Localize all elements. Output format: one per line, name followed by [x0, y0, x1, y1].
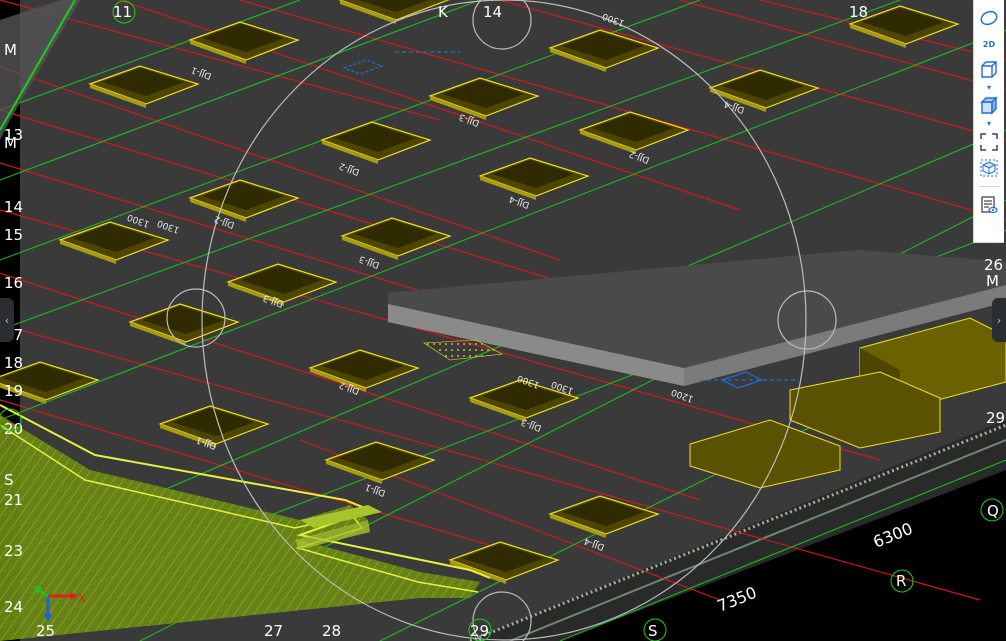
- view-2d-button[interactable]: 2D: [977, 32, 1001, 56]
- axis-label-right-4: Q: [987, 502, 999, 520]
- right-panel-toggle[interactable]: ›: [992, 298, 1006, 342]
- document-eye-icon: [981, 196, 998, 214]
- dimension-7350: 7350: [714, 583, 759, 616]
- axis-label-left-4: 14: [4, 198, 23, 216]
- axis-label-left-13: 23: [4, 542, 23, 560]
- properties-view-button[interactable]: [977, 193, 1001, 217]
- view-3d-solid-button[interactable]: [977, 94, 1001, 118]
- axis-label-left-14: 24: [4, 598, 23, 616]
- axis-label-left-3: M: [4, 134, 17, 152]
- view-3d-wireframe-button[interactable]: [977, 58, 1001, 82]
- axis-label-bottom-1: 25: [36, 622, 55, 640]
- axis-triad: X: [28, 582, 88, 622]
- cube-solid-icon: [980, 96, 998, 115]
- axis-label-bottom-4: 29: [470, 622, 489, 640]
- axis-label-left-5: 15: [4, 226, 23, 244]
- 3d-scene[interactable]: 11 K 14 18 M 13 M 14 15 16 17 18 19 20 S…: [0, 0, 1006, 641]
- dimension-6300: 6300: [870, 519, 915, 552]
- axis-label-left-8: 18: [4, 354, 23, 372]
- cube-outline-icon: [981, 61, 997, 78]
- axis-label-left-12: 21: [4, 491, 23, 509]
- left-panel-toggle[interactable]: ‹: [0, 298, 14, 342]
- axis-label-right-5: R: [896, 572, 906, 590]
- x-axis-label: X: [78, 592, 86, 605]
- axis-label-right-3: 29: [986, 409, 1005, 427]
- shading-dropdown-caret[interactable]: ▾: [987, 120, 991, 128]
- axis-label-left-6: 16: [4, 274, 23, 292]
- fit-view-button[interactable]: [977, 130, 1001, 154]
- axis-label-bottom-3: 28: [322, 622, 341, 640]
- axis-label-top-3: 14: [483, 3, 502, 21]
- view-2d-label: 2D: [982, 39, 996, 49]
- axis-label-bottom-2: 27: [264, 622, 283, 640]
- axis-label-bottom-5: S: [648, 622, 658, 640]
- view-mode-dropdown-caret[interactable]: ▾: [987, 84, 991, 92]
- axis-label-left-9: 19: [4, 382, 23, 400]
- orbit-icon: [980, 10, 998, 26]
- axis-label-left-1: M: [4, 41, 17, 59]
- section-box-icon: [980, 159, 998, 177]
- axis-label-right-2: M: [986, 272, 999, 290]
- orbit-view-button[interactable]: [977, 6, 1001, 30]
- axis-label-top-1: 11: [113, 3, 132, 21]
- axis-label-top-2: K: [438, 3, 449, 21]
- toolbar-separator: [978, 186, 1000, 187]
- view-toolbar: 2D ▾ ▾: [973, 0, 1004, 243]
- axis-label-top-4: 18: [849, 3, 868, 21]
- model-viewport[interactable]: 11 K 14 18 M 13 M 14 15 16 17 18 19 20 S…: [0, 0, 1006, 641]
- section-box-button[interactable]: [977, 156, 1001, 180]
- fullscreen-icon: [980, 133, 998, 151]
- axis-label-left-11: S: [4, 471, 14, 489]
